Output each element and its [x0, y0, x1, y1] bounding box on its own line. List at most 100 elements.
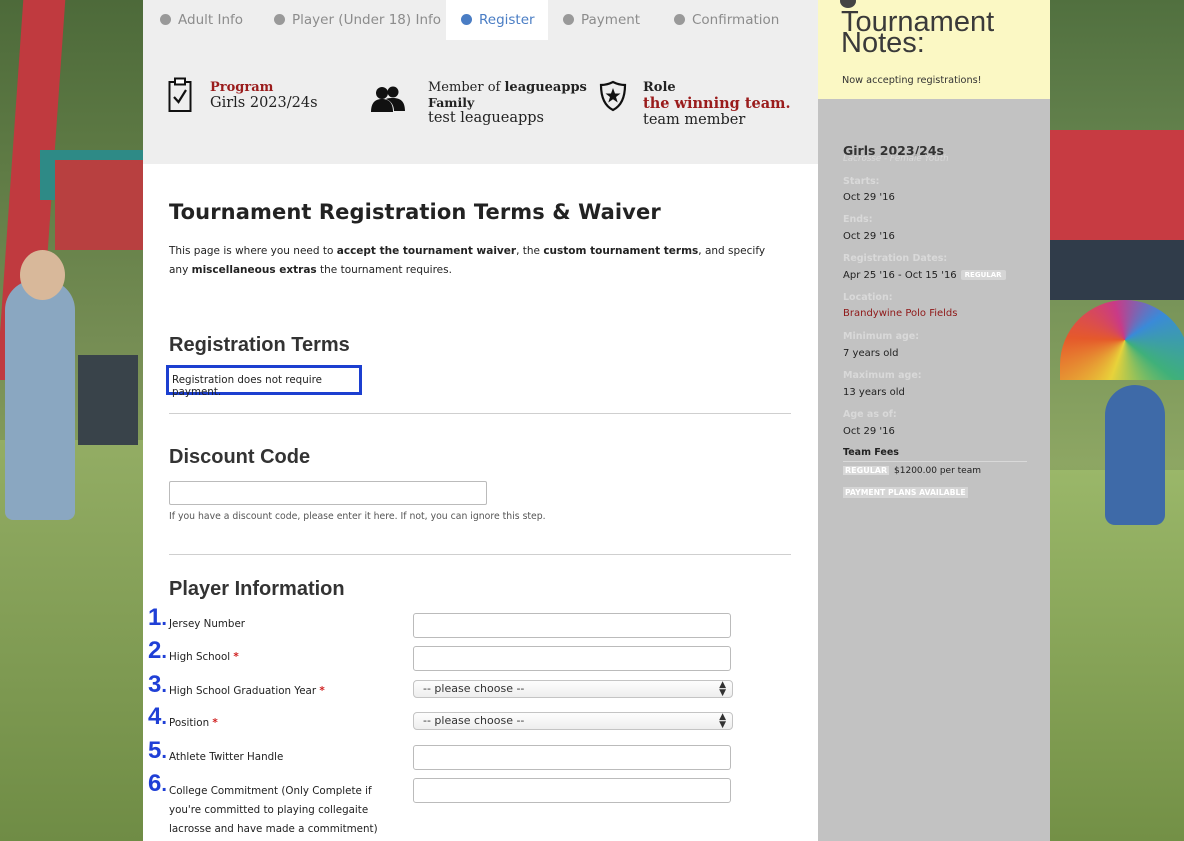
- member-prefix: Member of: [428, 80, 501, 95]
- registration-terms-heading: Registration Terms: [169, 334, 350, 356]
- chevron-updown-icon: ▲ ▼: [719, 680, 726, 698]
- intro-text: the tournament requires.: [316, 264, 452, 276]
- background-photo-right: [1050, 0, 1184, 841]
- field-label-graduation-year: High School Graduation Year *: [169, 682, 325, 701]
- field-label-text: Athlete Twitter Handle: [169, 751, 284, 763]
- annotation-number: 6.: [148, 770, 167, 797]
- step-player-info[interactable]: Player (Under 18) Info: [274, 12, 441, 28]
- field-label-college-commitment: College Commitment (Only Complete if you…: [169, 782, 391, 839]
- page-intro: This page is where you need to accept th…: [169, 242, 779, 280]
- background-photo-left: [0, 0, 143, 841]
- role-info: Role the winning team. team member: [643, 80, 791, 128]
- annotation-number: 4.: [148, 703, 167, 730]
- max-age-label: Maximum age:: [843, 370, 922, 381]
- clipboard-check-icon: [168, 77, 192, 112]
- field-label-text: High School Graduation Year: [169, 685, 317, 697]
- spectator: [5, 280, 75, 520]
- player-information-heading: Player Information: [169, 578, 345, 600]
- step-payment[interactable]: Payment: [563, 12, 640, 28]
- annotation-number: 3.: [148, 671, 167, 698]
- role-highlight: the winning team.: [643, 95, 791, 112]
- step-dot-icon: [461, 14, 472, 25]
- member-family: Family: [428, 95, 475, 110]
- age-as-of-label: Age as of:: [843, 409, 897, 420]
- tent-shade: [1050, 240, 1184, 300]
- annotation-digit: 5: [148, 737, 162, 764]
- high-school-input[interactable]: [413, 646, 731, 671]
- role-value: team member: [643, 112, 746, 128]
- field-label-twitter: Athlete Twitter Handle: [169, 748, 283, 767]
- tent: [1050, 130, 1184, 250]
- field-label-position: Position *: [169, 714, 218, 733]
- annotation-digit: 4: [148, 703, 162, 730]
- step-label: Payment: [581, 12, 641, 28]
- tent: [55, 160, 143, 250]
- regular-badge: REGULAR: [960, 270, 1006, 280]
- annotation-digit: 2: [148, 637, 162, 664]
- age-as-of-value: Oct 29 '16: [843, 426, 895, 437]
- discount-code-input[interactable]: [169, 481, 487, 505]
- divider: [169, 413, 791, 414]
- spectator-head: [20, 250, 65, 300]
- registration-dates-label: Registration Dates:: [843, 253, 948, 264]
- step-register[interactable]: Register: [461, 12, 535, 28]
- program-info: Program Girls 2023/24s: [210, 80, 318, 111]
- intro-text: , the: [516, 245, 544, 257]
- fee-tag: REGULAR: [843, 466, 890, 475]
- member-org: leagueapps: [504, 80, 587, 95]
- step-label: Confirmation: [692, 12, 780, 28]
- notes-text: Now accepting registrations!: [842, 75, 982, 86]
- required-marker: *: [212, 717, 218, 729]
- payment-plans-badge: PAYMENT PLANS AVAILABLE: [843, 487, 968, 498]
- field-label-text: High School: [169, 651, 231, 663]
- annotation-number: 5.: [148, 737, 167, 764]
- umbrella: [1060, 300, 1184, 380]
- twitter-handle-input[interactable]: [413, 745, 731, 770]
- annotation-number: 1.: [148, 604, 167, 631]
- starts-value: Oct 29 '16: [843, 192, 895, 203]
- min-age-value: 7 years old: [843, 348, 899, 359]
- graduation-year-select[interactable]: -- please choose -- ▲ ▼: [413, 680, 733, 698]
- spectator: [1105, 385, 1165, 525]
- intro-bold: accept the tournament waiver: [336, 245, 517, 257]
- step-confirmation[interactable]: Confirmation: [674, 12, 779, 28]
- step-dot-icon: [674, 14, 685, 25]
- required-marker: *: [319, 685, 325, 697]
- select-value: -- please choose --: [423, 714, 525, 727]
- jersey-number-input[interactable]: [413, 613, 731, 638]
- position-select[interactable]: -- please choose -- ▲ ▼: [413, 712, 733, 730]
- tournament-notes: Tournament Notes: Now accepting registra…: [818, 0, 1050, 99]
- field-label-text: College Commitment (Only Complete if you…: [169, 785, 378, 835]
- college-commitment-input[interactable]: [413, 778, 731, 803]
- fee-value: $1200.00 per team: [894, 466, 981, 476]
- discount-code-help: If you have a discount code, please ente…: [169, 511, 546, 522]
- member-value: test leagueapps: [428, 110, 544, 126]
- step-label: Register: [479, 12, 535, 28]
- step-adult-info[interactable]: Adult Info: [160, 12, 243, 28]
- page-title: Tournament Registration Terms & Waiver: [169, 200, 661, 224]
- program-title: Program: [210, 80, 274, 95]
- annotation-number: 2.: [148, 637, 167, 664]
- step-dot-icon: [563, 14, 574, 25]
- intro-bold: miscellaneous extras: [191, 264, 317, 276]
- discount-code-heading: Discount Code: [169, 446, 311, 468]
- program-value: Girls 2023/24s: [210, 95, 318, 111]
- annotation-digit: 1: [148, 604, 162, 631]
- divider: [169, 554, 791, 555]
- required-marker: *: [233, 651, 239, 663]
- divider: [843, 461, 1027, 462]
- role-title: Role: [643, 80, 676, 95]
- users-icon: [371, 86, 405, 112]
- min-age-label: Minimum age:: [843, 331, 920, 342]
- member-info: Member of leagueapps Family test leaguea…: [428, 80, 587, 126]
- step-progress-bar: Adult Info Player (Under 18) Info Regist…: [143, 0, 818, 40]
- registration-terms-text: Registration does not require payment.: [166, 365, 362, 398]
- step-dot-icon: [160, 14, 171, 25]
- program-sidebar: Tournament Notes: Now accepting registra…: [818, 0, 1050, 841]
- team-fee-row: REGULAR $1200.00 per team: [843, 466, 981, 476]
- annotation-digit: 3: [148, 671, 162, 698]
- location-link[interactable]: Brandywine Polo Fields: [843, 308, 958, 319]
- step-dot-icon: [274, 14, 285, 25]
- step-label: Player (Under 18) Info: [292, 12, 442, 28]
- team-fees-label: Team Fees: [843, 447, 899, 458]
